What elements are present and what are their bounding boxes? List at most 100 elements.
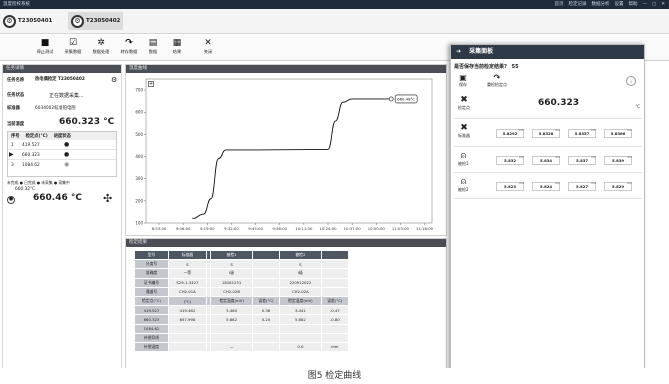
result-cell: 3.441 bbox=[279, 305, 322, 316]
maximize-button[interactable]: □ bbox=[652, 0, 656, 9]
result-row: 检定点(°C) (°C) 检定温度(mV) 误差(°C) 检定温度(mV) 误差(°C) bbox=[134, 295, 350, 307]
col-point: 检定点(°C) bbox=[25, 134, 48, 139]
standard-block: ✖ 标准器 bbox=[458, 123, 470, 139]
result-cell bbox=[168, 341, 207, 353]
dut1-value-3: 5.837 mV bbox=[568, 155, 596, 165]
dut1-value-1: 5.832 mV bbox=[496, 155, 524, 165]
dut2-row: ⍝ 被检2 5.823 mV 5.824 mV 5.827 mV 5.829 mV bbox=[454, 175, 642, 199]
row-index: 1 bbox=[11, 143, 14, 148]
result-cell: 检定温度(mV) bbox=[279, 295, 322, 307]
info-icon[interactable]: i bbox=[626, 76, 636, 86]
current-temp-row: 当前温度 660.323 °C bbox=[7, 117, 119, 129]
fan-icon[interactable]: ✣ bbox=[103, 192, 112, 205]
gear-icon: ✲ bbox=[97, 38, 105, 48]
task-status-label: 任务状态 bbox=[7, 93, 25, 98]
top-menu-records[interactable]: 检定记录 bbox=[568, 0, 586, 9]
value-text: 5.8292 bbox=[502, 131, 518, 136]
result-cell: 3.460 bbox=[210, 305, 253, 316]
top-menu-home[interactable]: 首页 bbox=[554, 0, 563, 9]
result-cell: 通道号 bbox=[134, 286, 169, 297]
standard-row: ✖ 标准器 5.8292 mV 5.8328 mV 5.8357 mV 5.8366 m… bbox=[454, 121, 642, 147]
database-icon: ▤ bbox=[148, 38, 158, 48]
result-cell: 18181231 bbox=[210, 277, 253, 288]
value-text: 5.837 bbox=[575, 158, 588, 163]
tool-label: 关闭 bbox=[203, 49, 213, 54]
checkpoint-row[interactable]: ▶ 660.323 ● bbox=[8, 150, 116, 160]
annotation-text: 660.48°C bbox=[397, 96, 415, 101]
result-cell: CH2-02B bbox=[210, 286, 253, 297]
row-point: 1084.62 bbox=[22, 163, 40, 168]
result-cell: 419.482 bbox=[168, 305, 207, 316]
collect-data-button[interactable]: ☑ 采集数据 bbox=[60, 38, 86, 55]
stop-test-button[interactable]: ■ 停止测试 bbox=[32, 38, 58, 55]
checkpoint-row[interactable]: 1 419.527 ● bbox=[8, 140, 116, 150]
top-menu-settings[interactable]: 设置 bbox=[614, 0, 623, 9]
value-text: 5.827 bbox=[575, 184, 588, 189]
title-bar: 温度检校系统 首页 检定记录 数据分析 设置 帮助 — □ ✕ bbox=[0, 0, 669, 9]
unit: mV bbox=[627, 181, 632, 185]
value-text: 5.834 bbox=[539, 158, 552, 163]
redo-icon: ↷ bbox=[493, 73, 501, 82]
tool-label: 数据处理 bbox=[92, 49, 110, 54]
top-menu-help[interactable]: 帮助 bbox=[628, 0, 637, 9]
x-tick-label: 9:06:00 bbox=[176, 226, 191, 231]
redo-icon: ↷ bbox=[125, 38, 133, 48]
value-text: 5.829 bbox=[611, 184, 624, 189]
standard-value: 6034002标准铂电阻 bbox=[35, 106, 76, 111]
result-cell bbox=[251, 341, 281, 353]
result-cell: 被检2 bbox=[279, 249, 322, 261]
result-cell: -0.80 bbox=[320, 314, 350, 325]
save-icon: ▣ bbox=[459, 73, 467, 82]
top-menu-analysis[interactable]: 数据分析 bbox=[591, 0, 609, 9]
value-text: 5.824 bbox=[539, 184, 552, 189]
result-row: 660.323 657.998 5.882 0.20 5.882 -0.80 bbox=[134, 314, 350, 325]
result-cell bbox=[251, 332, 281, 343]
status-dot-icon: ● bbox=[64, 141, 70, 148]
unit: mV bbox=[555, 128, 560, 132]
close-window-button[interactable]: ✕ bbox=[661, 0, 665, 9]
result-cell: 被检1 bbox=[210, 249, 253, 261]
save-button[interactable]: ▣ 保存 bbox=[459, 73, 467, 88]
result-cell bbox=[168, 323, 207, 334]
data-process-button[interactable]: ✲ 数据处理 bbox=[88, 38, 114, 55]
col-status: 进度状态 bbox=[53, 134, 71, 139]
result-row: 型号 标准器 被检1 被检2 bbox=[134, 249, 350, 261]
standard-label: 标准器 bbox=[7, 106, 20, 111]
close-button[interactable]: ✕ 关闭 bbox=[195, 38, 221, 55]
collect-panel-header: ➜ 采集面板 bbox=[451, 45, 644, 59]
checkpoint-row[interactable]: 3 1084.62 ◉ bbox=[8, 160, 116, 170]
checkpoint-row: ✖ 检定点 660.323 °C bbox=[454, 93, 642, 119]
shuffle-icon: ✖ bbox=[460, 95, 468, 105]
result-cell bbox=[251, 259, 281, 270]
tool-label: 采集数据 bbox=[64, 49, 82, 54]
device-tab-2[interactable]: ⚙ T23050402 bbox=[68, 12, 124, 30]
resample-button[interactable]: ↷ 重检检定点 bbox=[487, 73, 507, 88]
result-table-panel: 检定结果 型号 标准器 被检1 被检2 分度号 S S S 准确度 一等 I级 I级 证书编号 S29-1… bbox=[125, 238, 447, 378]
save-question-text: 是否保存当前检定结果? bbox=[454, 64, 507, 70]
row-point: 660.323 bbox=[22, 153, 40, 158]
value-text: 5.8328 bbox=[538, 131, 554, 136]
unit: mV bbox=[591, 181, 596, 185]
app-title: 温度检校系统 bbox=[3, 2, 30, 7]
result-row: 准确度 一等 I级 I级 bbox=[134, 268, 350, 279]
result-cell bbox=[251, 268, 281, 279]
device-tab-label: T23050402 bbox=[86, 18, 121, 24]
data-button[interactable]: ▤ 数据 bbox=[140, 38, 166, 55]
transfer-data-button[interactable]: ↷ 转存数据 bbox=[116, 38, 142, 55]
temperature-chart: 100 200 300 400 500 600 700 8:53:00 9:06:00 9:19:… bbox=[135, 78, 434, 231]
device-tab-bar: ⚙ T23050401 ⚙ T23050402 bbox=[0, 9, 669, 34]
standard-value-2: 5.8328 mV bbox=[532, 128, 560, 138]
result-cell: 型号 bbox=[134, 249, 169, 261]
back-arrow-icon[interactable]: ➜ bbox=[456, 48, 461, 55]
minimize-button[interactable]: — bbox=[642, 0, 647, 9]
dut2-value-3: 5.827 mV bbox=[568, 181, 596, 191]
result-cell: 220912022 bbox=[279, 277, 322, 288]
result-button[interactable]: ▦ 结果 bbox=[164, 38, 190, 55]
shuffle-icon: ✖ bbox=[460, 123, 468, 133]
result-cell bbox=[251, 277, 281, 288]
furnace-icon: ● bbox=[7, 196, 15, 204]
result-cell: 补偿导线 bbox=[134, 332, 169, 343]
device-tab-1[interactable]: ⚙ T23050401 bbox=[3, 12, 52, 30]
gear-icon[interactable]: ⚙ bbox=[111, 76, 117, 84]
result-cell: 准确度 bbox=[134, 268, 169, 279]
